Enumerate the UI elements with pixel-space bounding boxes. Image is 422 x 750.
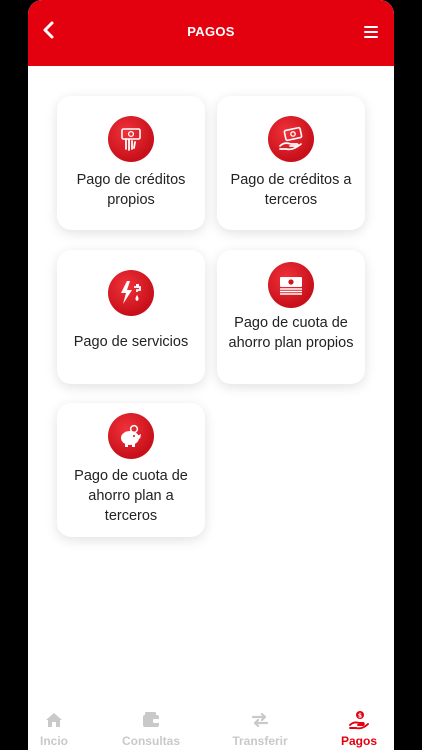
hand-bill-icon <box>108 116 154 162</box>
nav-item-inicio[interactable]: Incio <box>28 684 94 750</box>
hand-money-icon <box>268 116 314 162</box>
nav-label: Incio <box>39 734 68 748</box>
nav-label: Consultas <box>121 734 180 748</box>
card-pago-cuota-ahorro-propios[interactable]: Pago de cuota de ahorro plan propios <box>217 250 365 384</box>
card-label: Pago de cuota de ahorro plan propios <box>228 315 354 351</box>
header-bar: PAGOS <box>28 0 394 66</box>
app-screen: PAGOS Pago de créditos propios Pago de c… <box>28 0 394 750</box>
card-pago-creditos-terceros[interactable]: Pago de créditos a terceros <box>217 96 365 230</box>
card-label: Pago de cuota de ahorro plan a terceros <box>74 468 188 524</box>
page-title: PAGOS <box>187 24 235 39</box>
pay-hand-icon: $ <box>349 711 369 730</box>
nav-item-transferir[interactable]: Transferir <box>220 684 300 750</box>
card-pago-servicios[interactable]: Pago de servicios <box>57 250 205 384</box>
card-label: Pago de servicios <box>73 334 189 350</box>
bottom-navigation: Incio Consultas Transferir $ Pagos <box>28 684 394 750</box>
card-label: Pago de créditos propios <box>76 172 186 208</box>
wallet-icon <box>143 712 159 727</box>
card-pago-cuota-ahorro-terceros[interactable]: Pago de cuota de ahorro plan a terceros <box>57 403 205 537</box>
nav-item-consultas[interactable]: Consultas <box>111 684 191 750</box>
money-stack-icon <box>268 262 314 308</box>
bolt-water-icon <box>108 270 154 316</box>
svg-text:$: $ <box>358 713 362 720</box>
transfer-arrows-icon <box>251 712 269 728</box>
hamburger-menu-icon <box>364 26 378 39</box>
nav-label: Pagos <box>340 734 377 748</box>
nav-item-pagos[interactable]: $ Pagos <box>319 684 394 750</box>
home-icon <box>46 713 62 727</box>
card-label: Pago de créditos a terceros <box>230 172 352 208</box>
menu-button[interactable] <box>364 26 378 39</box>
piggy-bank-icon <box>108 413 154 459</box>
card-pago-creditos-propios[interactable]: Pago de créditos propios <box>57 96 205 230</box>
nav-label: Transferir <box>232 734 288 748</box>
